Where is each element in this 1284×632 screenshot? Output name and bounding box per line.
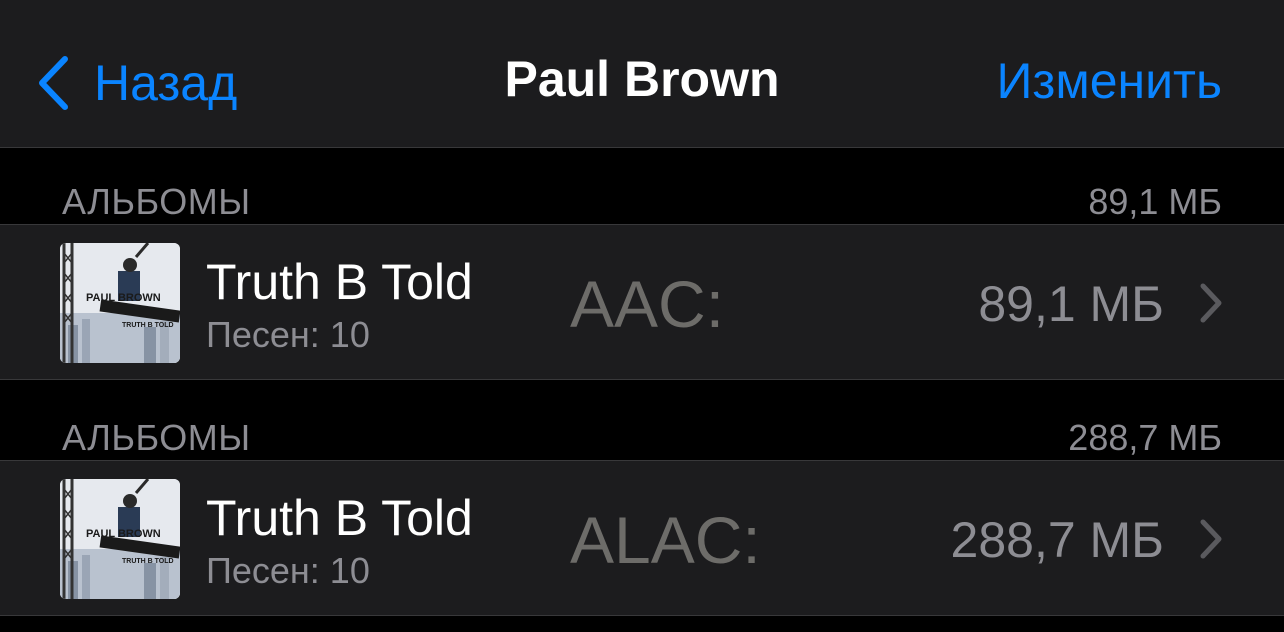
section-header: АЛЬБОМЫ 89,1 МБ: [0, 148, 1284, 224]
section-header-label: АЛЬБОМЫ: [62, 417, 251, 458]
album-artwork: PAUL BROWN TRUTH B TOLD: [60, 243, 180, 363]
artwork-title-text: TRUTH B TOLD: [122, 322, 174, 329]
album-row[interactable]: PAUL BROWN TRUTH B TOLD Truth B Told Пес…: [0, 224, 1284, 380]
album-song-count: Песен: 10: [206, 314, 370, 355]
back-button[interactable]: Назад: [36, 48, 237, 118]
section-header-size: 89,1 МБ: [1088, 181, 1222, 222]
artwork-title-text: TRUTH B TOLD: [122, 558, 174, 565]
artwork-artist-text: PAUL BROWN: [86, 292, 161, 304]
bottom-spacer: [0, 616, 1284, 632]
screen: Назад Paul Brown Изменить АЛЬБОМЫ 89,1 М…: [0, 0, 1284, 632]
album-row[interactable]: PAUL BROWN TRUTH B TOLD Truth B Told Пес…: [0, 460, 1284, 616]
chevron-right-icon: [1200, 283, 1222, 328]
album-title: Truth B Told: [206, 254, 473, 310]
album-size: 288,7 МБ: [950, 512, 1164, 568]
chevron-left-icon: [36, 55, 70, 111]
back-button-label: Назад: [94, 55, 238, 111]
format-label: AAC:: [570, 267, 725, 341]
format-label: ALAC:: [570, 503, 761, 577]
album-size: 89,1 МБ: [978, 276, 1164, 332]
album-title: Truth B Told: [206, 490, 473, 546]
section-header-size: 288,7 МБ: [1068, 417, 1222, 458]
album-artwork: PAUL BROWN TRUTH B TOLD: [60, 479, 180, 599]
edit-button[interactable]: Изменить: [996, 56, 1222, 106]
album-song-count: Песен: 10: [206, 550, 370, 591]
artwork-artist-text: PAUL BROWN: [86, 528, 161, 540]
section-header-label: АЛЬБОМЫ: [62, 181, 251, 222]
navigation-bar: Назад Paul Brown Изменить: [0, 0, 1284, 148]
chevron-right-icon: [1200, 519, 1222, 564]
section-header: АЛЬБОМЫ 288,7 МБ: [0, 384, 1284, 460]
